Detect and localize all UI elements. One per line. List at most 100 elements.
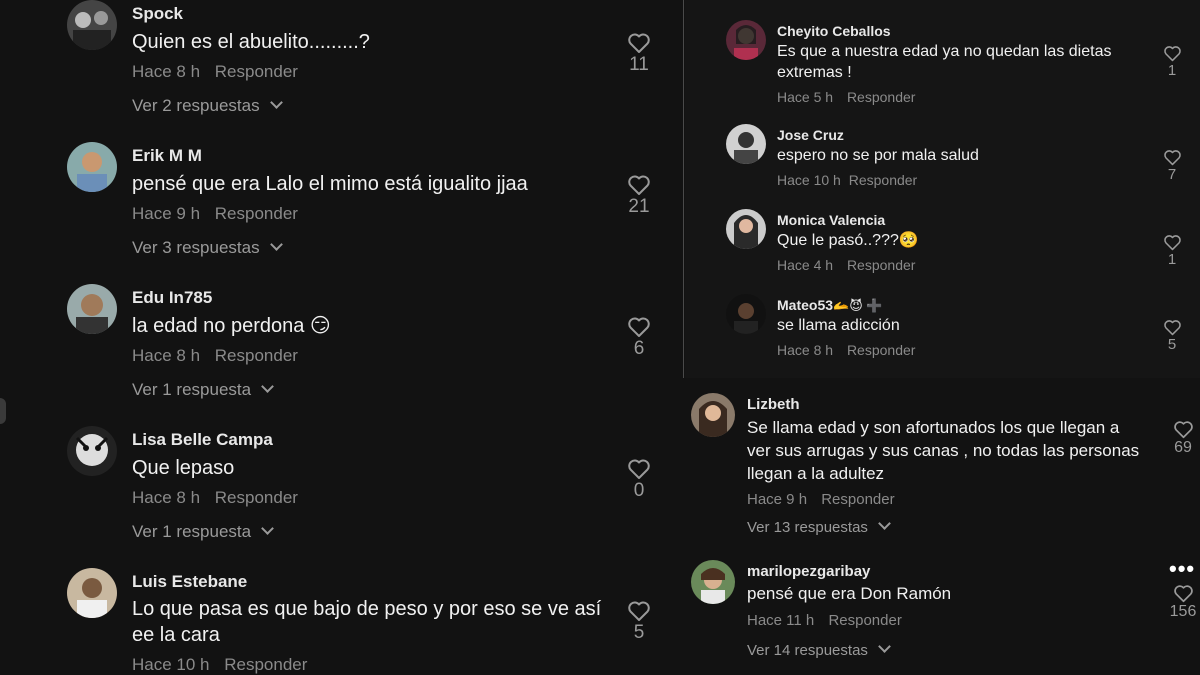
like-button[interactable]: 11 xyxy=(614,32,664,76)
comment-text: Que lepaso xyxy=(132,457,235,479)
like-button[interactable]: 1 xyxy=(1157,45,1187,79)
comment-meta: Hace 9 h Responder xyxy=(132,204,298,224)
avatar[interactable] xyxy=(726,124,766,164)
like-count: 1 xyxy=(1167,62,1177,79)
comment-username[interactable]: marilopezgaribay xyxy=(747,563,870,580)
comment-text: pensé que era Lalo el mimo está igualito… xyxy=(132,173,528,195)
comment-time: Hace 8 h xyxy=(132,346,201,365)
view-replies-label: Ver 1 respuesta xyxy=(132,522,252,541)
comment-time: Hace 4 h xyxy=(777,257,834,273)
avatar[interactable] xyxy=(67,284,117,334)
comments-list-right-bottom: Lizbeth Se llama edad y son afortunados … xyxy=(683,378,1200,675)
chevron-down-icon xyxy=(269,238,283,251)
heart-outline-icon xyxy=(1163,235,1181,251)
heart-outline-icon xyxy=(628,601,650,621)
comment-meta: Hace 8 h Responder xyxy=(777,342,915,358)
view-replies-label: Ver 1 respuesta xyxy=(132,380,252,399)
heart-outline-icon xyxy=(1163,320,1181,336)
comment-username[interactable]: Monica Valencia xyxy=(777,212,885,228)
reply-button[interactable]: Responder xyxy=(847,257,916,273)
like-count: 69 xyxy=(1174,439,1192,456)
comment-username[interactable]: Lisa Belle Campa xyxy=(132,430,273,450)
heart-outline-icon xyxy=(628,175,650,195)
view-replies-label: Ver 13 respuestas xyxy=(747,519,868,536)
comment-time: Hace 11 h xyxy=(747,612,815,629)
like-button[interactable]: 156 xyxy=(1165,584,1200,621)
panel-divider xyxy=(683,0,684,378)
comment-username[interactable]: Lizbeth xyxy=(747,396,800,413)
reply-button[interactable]: Responder xyxy=(849,172,918,188)
like-button[interactable]: 69 xyxy=(1165,420,1200,457)
reply-button[interactable]: Responder xyxy=(215,62,298,81)
avatar[interactable] xyxy=(726,209,766,249)
view-replies-label: Ver 2 respuestas xyxy=(132,96,260,115)
reply-button[interactable]: Responder xyxy=(847,342,916,358)
view-replies-label: Ver 14 respuestas xyxy=(747,642,868,659)
avatar[interactable] xyxy=(726,294,766,334)
comment-meta: Hace 5 h Responder xyxy=(777,89,915,105)
avatar[interactable] xyxy=(691,393,735,437)
heart-outline-icon xyxy=(628,317,650,337)
chevron-down-icon xyxy=(269,96,283,109)
comment-username[interactable]: Luis Estebane xyxy=(132,572,247,592)
comment-time: Hace 10 h xyxy=(777,172,841,188)
more-options-icon[interactable]: ••• xyxy=(1169,558,1195,580)
comment-text: Que le pasó..???🥺 xyxy=(777,232,919,249)
like-button[interactable]: 5 xyxy=(1157,319,1187,353)
avatar[interactable] xyxy=(726,20,766,60)
comment-time: Hace 5 h xyxy=(777,89,834,105)
avatar[interactable] xyxy=(67,0,117,50)
view-replies-button[interactable]: Ver 14 respuestas xyxy=(747,640,891,659)
like-count: 5 xyxy=(633,622,645,643)
like-button[interactable]: 1 xyxy=(1157,234,1187,268)
view-replies-button[interactable]: Ver 1 respuesta xyxy=(132,522,274,542)
heart-outline-icon xyxy=(1163,46,1181,62)
reply-button[interactable]: Responder xyxy=(215,204,298,223)
comment-meta: Hace 10 h Responder xyxy=(132,655,307,675)
comment-meta: Hace 9 h Responder xyxy=(747,491,895,508)
like-button[interactable]: 7 xyxy=(1157,149,1187,183)
reply-button[interactable]: Responder xyxy=(215,346,298,365)
username-badges: 🫴😈 ➕ xyxy=(833,298,883,313)
like-button[interactable]: 5 xyxy=(614,600,664,644)
reply-button[interactable]: Responder xyxy=(224,655,307,674)
comment-username[interactable]: Edu In785 xyxy=(132,288,212,308)
chevron-down-icon xyxy=(878,640,891,653)
comment-time: Hace 9 h xyxy=(747,491,808,508)
comment-username[interactable]: Mateo53🫴😈 ➕ xyxy=(777,297,883,314)
comment-meta: Hace 4 h Responder xyxy=(777,257,915,273)
reply-button[interactable]: Responder xyxy=(828,612,901,629)
comment-meta: Hace 10 h Responder xyxy=(777,172,917,188)
view-replies-button[interactable]: Ver 1 respuesta xyxy=(132,380,274,400)
like-button[interactable]: 6 xyxy=(614,316,664,360)
comment-time: Hace 8 h xyxy=(777,342,834,358)
like-count: 0 xyxy=(633,480,645,501)
reply-button[interactable]: Responder xyxy=(821,491,894,508)
comment-username[interactable]: Jose Cruz xyxy=(777,127,844,143)
like-button[interactable]: 0 xyxy=(614,458,664,502)
reply-button[interactable]: Responder xyxy=(215,488,298,507)
chevron-down-icon xyxy=(261,380,274,393)
heart-outline-icon xyxy=(1173,585,1193,603)
like-count: 21 xyxy=(628,196,650,217)
comment-username[interactable]: Cheyito Ceballos xyxy=(777,23,891,39)
scroll-handle[interactable] xyxy=(0,398,6,424)
comment-time: Hace 9 h xyxy=(132,204,201,223)
avatar[interactable] xyxy=(691,560,735,604)
view-replies-button[interactable]: Ver 2 respuestas xyxy=(132,96,283,116)
comment-text: Se llama edad y son afortunados los que … xyxy=(747,418,1140,483)
reply-button[interactable]: Responder xyxy=(847,89,916,105)
comment-username[interactable]: Spock xyxy=(132,4,183,24)
view-replies-button[interactable]: Ver 13 respuestas xyxy=(747,517,891,536)
avatar[interactable] xyxy=(67,142,117,192)
avatar[interactable] xyxy=(67,568,117,618)
comment-text: Es que a nuestra edad ya no quedan las d… xyxy=(777,43,1112,81)
like-button[interactable]: 21 xyxy=(614,174,664,218)
avatar[interactable] xyxy=(67,426,117,476)
like-count: 6 xyxy=(633,338,645,359)
comment-time: Hace 8 h xyxy=(132,488,201,507)
view-replies-button[interactable]: Ver 3 respuestas xyxy=(132,238,283,258)
comment-meta: Hace 11 h Responder xyxy=(747,612,902,629)
comment-username[interactable]: Erik M M xyxy=(132,146,202,166)
comment-text: Lo que pasa es que bajo de peso y por es… xyxy=(132,598,602,646)
